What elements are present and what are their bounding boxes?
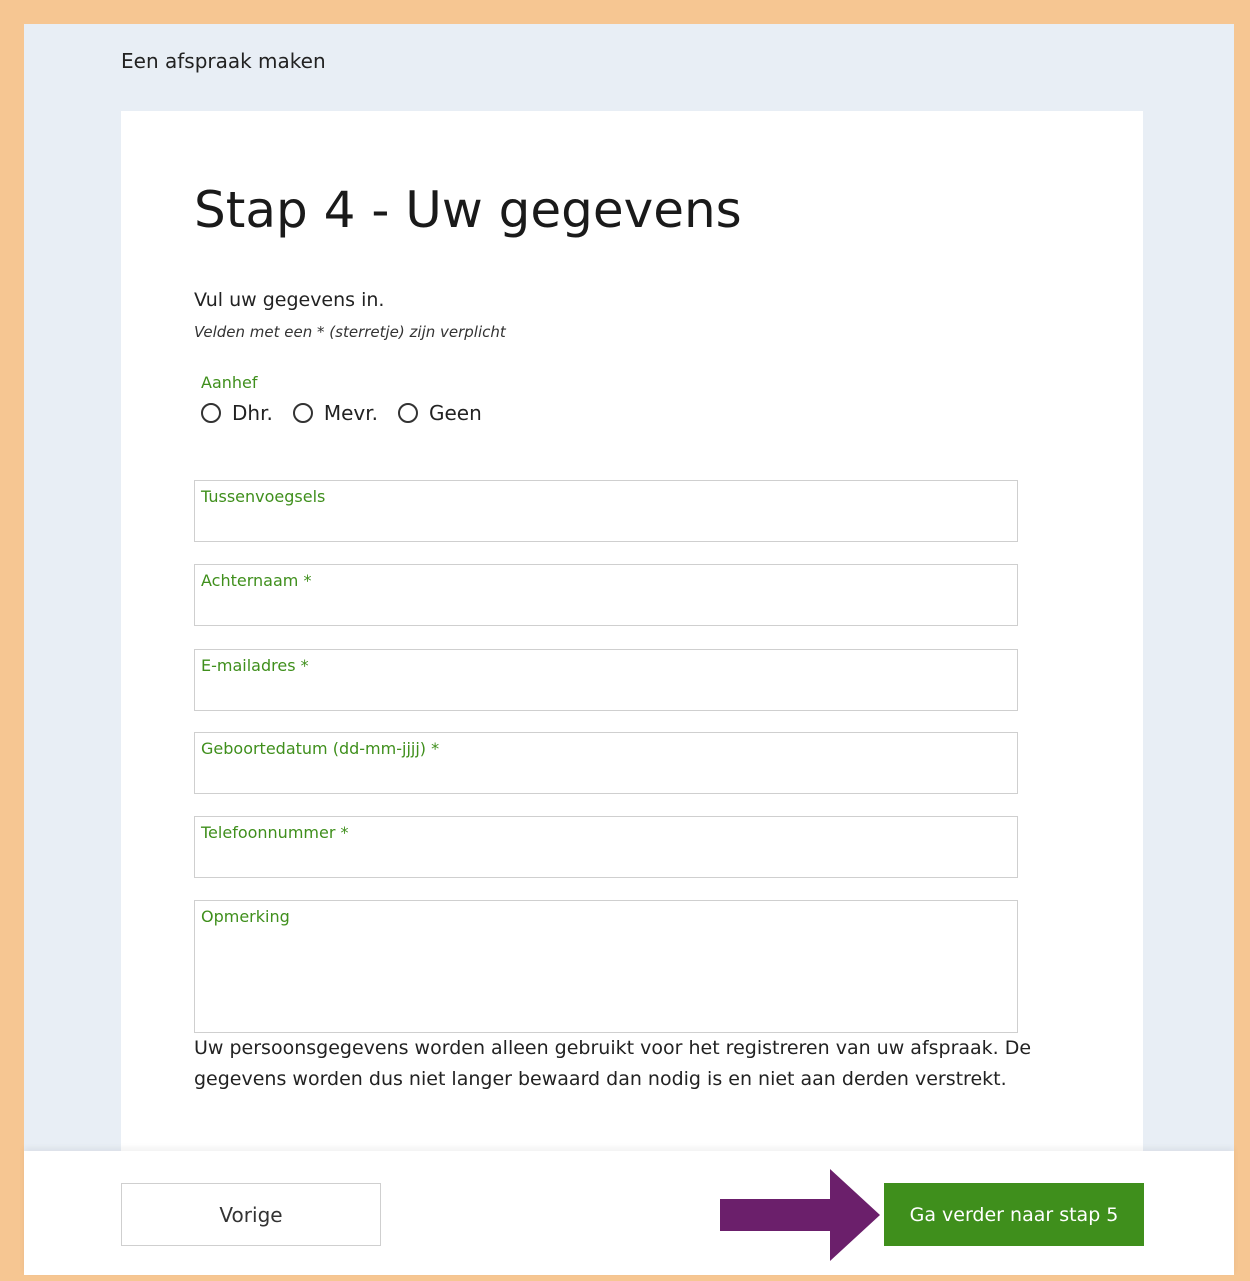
remark-textarea[interactable] (201, 933, 1011, 1026)
birth-date-field[interactable]: Geboortedatum (dd-mm-jjjj) * (194, 732, 1018, 794)
page-title: Stap 4 - Uw gegevens (194, 181, 742, 239)
infix-field[interactable]: Tussenvoegsels (194, 480, 1018, 542)
email-label: E-mailadres * (201, 656, 309, 675)
page-header-title: Een afspraak maken (121, 49, 326, 73)
last-name-label: Achternaam * (201, 571, 312, 590)
required-fields-note: Velden met een * (sterretje) zijn verpli… (194, 323, 506, 341)
birth-date-label: Geboortedatum (dd-mm-jjjj) * (201, 739, 440, 758)
remark-label: Opmerking (201, 907, 290, 926)
last-name-field[interactable]: Achternaam * (194, 564, 1018, 626)
form-intro: Vul uw gegevens in. (194, 289, 385, 311)
salutation-option-label: Geen (428, 401, 482, 425)
salutation-label: Aanhef (201, 373, 258, 392)
form-footer: Vorige Ga verder naar stap 5 (24, 1151, 1234, 1275)
arrow-right-icon (720, 1169, 880, 1261)
salutation-option-dhr[interactable]: Dhr. (201, 401, 273, 425)
birth-date-input[interactable] (201, 761, 1011, 787)
infix-label: Tussenvoegsels (201, 487, 326, 506)
salutation-option-label: Mevr. (323, 401, 378, 425)
phone-label: Telefoonnummer * (201, 823, 349, 842)
radio-unchecked-icon[interactable] (292, 403, 313, 423)
previous-button[interactable]: Vorige (121, 1183, 381, 1246)
privacy-notice: Uw persoonsgegevens worden alleen gebrui… (194, 1037, 1032, 1090)
form-card: Stap 4 - Uw gegevens Vul uw gegevens in.… (121, 111, 1143, 1151)
infix-input[interactable] (201, 509, 1011, 535)
radio-unchecked-icon[interactable] (201, 403, 221, 423)
phone-input[interactable] (201, 845, 1011, 871)
page-frame: Een afspraak maken Stap 4 - Uw gegevens … (24, 24, 1234, 1275)
phone-field[interactable]: Telefoonnummer * (194, 816, 1018, 878)
next-step-button[interactable]: Ga verder naar stap 5 (884, 1183, 1144, 1246)
salutation-radio-group: Dhr. Mevr. Geen (201, 401, 502, 425)
radio-unchecked-icon[interactable] (397, 403, 418, 423)
salutation-option-mevr[interactable]: Mevr. (292, 401, 378, 425)
salutation-option-label: Dhr. (232, 401, 273, 425)
last-name-input[interactable] (201, 593, 1011, 619)
remark-field[interactable]: Opmerking (194, 900, 1018, 1033)
email-input[interactable] (201, 678, 1011, 704)
salutation-option-geen[interactable]: Geen (397, 401, 482, 425)
email-field[interactable]: E-mailadres * (194, 649, 1018, 711)
